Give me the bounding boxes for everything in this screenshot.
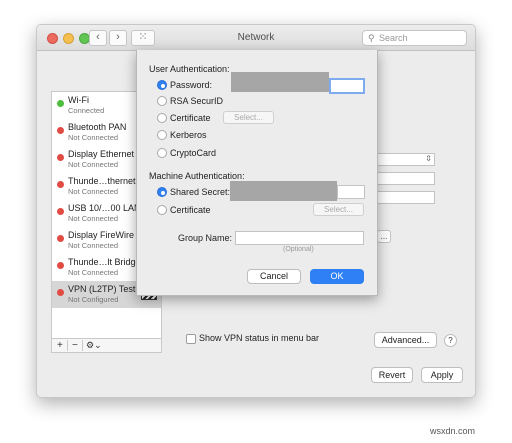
cryptocard-label: CryptoCard (170, 148, 217, 158)
redacted-block (231, 72, 329, 92)
updown-chevron-icon: ⇳ (425, 154, 432, 163)
authentication-settings-sheet: User Authentication: Password: RSA Secur… (136, 50, 378, 296)
apply-button[interactable]: Apply (421, 367, 463, 383)
divider (67, 340, 68, 351)
revert-button[interactable]: Revert (371, 367, 413, 383)
status-dot-icon (57, 154, 64, 161)
service-status: Not Connected (68, 133, 119, 142)
show-vpn-status-label: Show VPN status in menu bar (199, 333, 320, 343)
add-service-button[interactable]: + (57, 339, 63, 352)
status-dot-icon (57, 181, 64, 188)
service-status: Not Configured (68, 295, 119, 304)
ok-button[interactable]: OK (310, 269, 364, 284)
user-certificate-label: Certificate (170, 113, 211, 123)
watermark: wsxdn.com (430, 426, 476, 436)
status-dot-icon (57, 262, 64, 269)
status-dot-icon (57, 235, 64, 242)
machine-authentication-heading: Machine Authentication: (149, 171, 245, 181)
rsa-securid-radio[interactable] (157, 96, 167, 106)
service-name: Thunde…thernet (68, 176, 136, 186)
machine-certificate-radio[interactable] (157, 205, 167, 215)
machine-certificate-select-button[interactable]: Select... (313, 203, 364, 216)
shared-secret-label: Shared Secret: (170, 187, 231, 197)
service-name: VPN (L2TP) Test (68, 284, 136, 294)
magnifier-icon: ⚲ (368, 33, 375, 43)
password-field[interactable] (329, 78, 365, 94)
cryptocard-radio[interactable] (157, 148, 167, 158)
shared-secret-radio[interactable] (157, 187, 167, 197)
kerberos-label: Kerberos (170, 130, 207, 140)
password-label: Password: (170, 80, 213, 90)
screenshot-page: ‹ › ⁙ Network ⚲ Search Wi-Fi Connected B… (0, 0, 512, 443)
help-button[interactable]: ? (444, 334, 457, 347)
group-name-field[interactable] (235, 231, 364, 245)
user-authentication-heading: User Authentication: (149, 64, 230, 74)
status-dot-icon (57, 289, 64, 296)
user-certificate-radio[interactable] (157, 113, 167, 123)
service-status: Not Connected (68, 214, 119, 223)
rsa-securid-label: RSA SecurID (170, 96, 224, 106)
status-dot-icon (57, 208, 64, 215)
group-name-label: Group Name: (178, 233, 233, 243)
group-name-hint: (Optional) (283, 246, 314, 253)
service-status: Not Connected (68, 241, 119, 250)
service-name: Display Ethernet (68, 149, 135, 159)
search-field[interactable]: ⚲ Search (362, 30, 467, 46)
shared-secret-field[interactable] (337, 185, 365, 199)
service-status: Not Connected (68, 268, 119, 277)
status-dot-icon (57, 127, 64, 134)
user-certificate-select-button[interactable]: Select... (223, 111, 274, 124)
service-status: Not Connected (68, 160, 119, 169)
status-dot-icon (57, 100, 64, 107)
popup-menu[interactable]: ⇳ (377, 153, 435, 166)
title-bar: ‹ › ⁙ Network ⚲ Search (37, 25, 475, 51)
sidebar-toolbar: + − ⚙⌄ (51, 339, 162, 353)
service-name: USB 10/…00 LAN (68, 203, 141, 213)
machine-certificate-label: Certificate (170, 205, 211, 215)
cancel-button[interactable]: Cancel (247, 269, 301, 284)
server-address-field[interactable] (377, 172, 435, 185)
service-name: Wi-Fi (68, 95, 89, 105)
redacted-block (230, 181, 337, 201)
ellipsis-button[interactable]: ... (377, 230, 391, 243)
kerberos-radio[interactable] (157, 130, 167, 140)
service-status: Connected (68, 106, 105, 115)
remove-service-button[interactable]: − (72, 339, 78, 352)
divider (82, 340, 83, 351)
advanced-button[interactable]: Advanced... (374, 332, 437, 348)
show-vpn-status-checkbox[interactable] (186, 334, 196, 344)
password-radio[interactable] (157, 80, 167, 90)
search-placeholder: Search (379, 33, 408, 43)
account-name-field[interactable] (377, 191, 435, 204)
service-name: Display FireWire (68, 230, 135, 240)
service-status: Not Connected (68, 187, 119, 196)
service-name: Bluetooth PAN (68, 122, 127, 132)
service-name: Thunde…lt Bridge (68, 257, 141, 267)
gear-icon[interactable]: ⚙⌄ (86, 339, 102, 352)
